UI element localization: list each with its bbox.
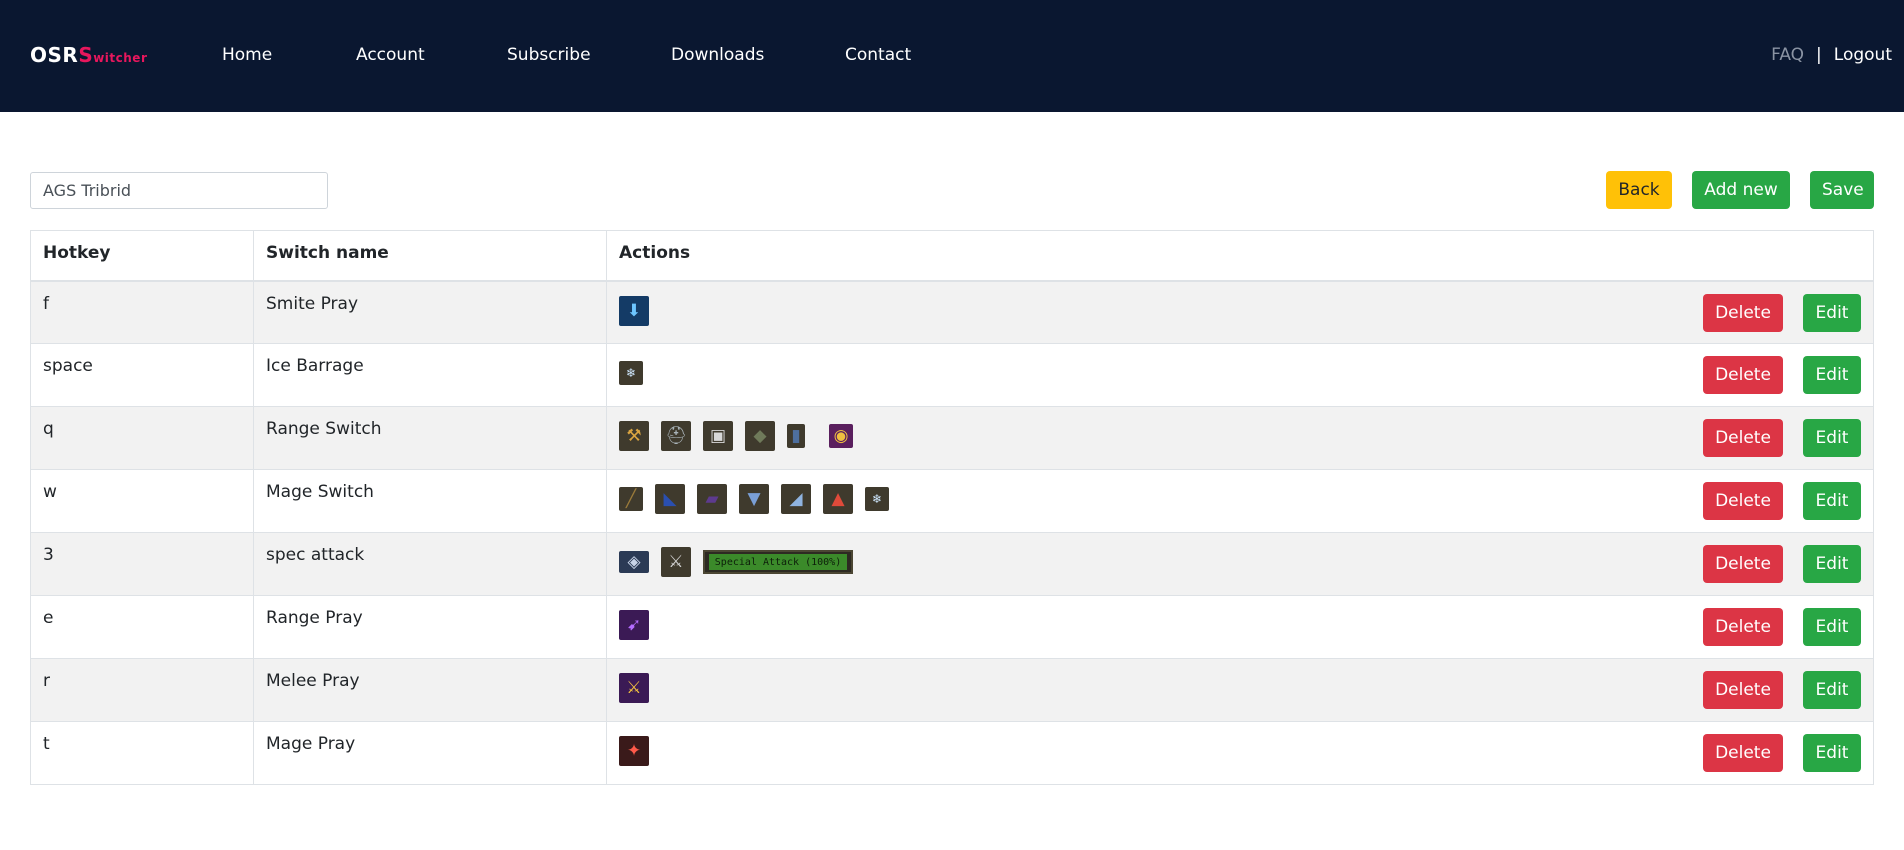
table-header-row: Hotkey Switch name Actions <box>30 230 1874 282</box>
hotkey-cell: t <box>30 721 254 785</box>
nav-right-group: FAQ | Logout <box>1771 45 1892 65</box>
nav-home-link[interactable]: Home <box>222 45 272 65</box>
edit-button[interactable]: Edit <box>1803 545 1861 583</box>
actions-cell: ❄ Delete Edit <box>606 343 1874 407</box>
melee-prayer-icon: ⚔ <box>619 673 649 703</box>
ava-device-icon: ◉ <box>829 424 853 448</box>
delete-button[interactable]: Delete <box>1703 419 1783 457</box>
header-hotkey: Hotkey <box>30 230 254 282</box>
top-navbar: OSRSwitcher Home Account Subscribe Downl… <box>0 0 1904 112</box>
nav-contact-link[interactable]: Contact <box>845 45 911 65</box>
mage-cape-icon: ◣ <box>655 484 685 514</box>
delete-button[interactable]: Delete <box>1703 671 1783 709</box>
switch-name-cell: Range Pray <box>253 595 607 659</box>
hotkey-cell: f <box>30 280 254 344</box>
legs-icon: ▮ <box>787 424 805 448</box>
hotkey-cell: 3 <box>30 532 254 596</box>
actions-cell: ⬇ Delete Edit <box>606 280 1874 344</box>
ring-icon: ◈ <box>619 551 649 573</box>
range-prayer-icon: ➹ <box>619 610 649 640</box>
table-row: e Range Pray ➹ Delete Edit <box>30 595 1874 659</box>
brand-text-s: S <box>78 43 94 67</box>
delete-button[interactable]: Delete <box>1703 482 1783 520</box>
shield-icon: ◆ <box>745 421 775 451</box>
ice-barrage-spell-icon: ❄ <box>865 487 889 511</box>
actions-cell: ➹ Delete Edit <box>606 595 1874 659</box>
actions-cell: ✦ Delete Edit <box>606 721 1874 785</box>
nav-account-link[interactable]: Account <box>356 45 425 65</box>
switch-name-cell: Mage Pray <box>253 721 607 785</box>
switch-name-cell: Melee Pray <box>253 658 607 722</box>
delete-button[interactable]: Delete <box>1703 356 1783 394</box>
ice-barrage-spell-icon: ❄ <box>619 361 643 385</box>
hotkey-cell: e <box>30 595 254 659</box>
edit-button[interactable]: Edit <box>1803 671 1861 709</box>
nav-faq-link[interactable]: FAQ <box>1771 45 1804 65</box>
edit-button[interactable]: Edit <box>1803 608 1861 646</box>
edit-button[interactable]: Edit <box>1803 419 1861 457</box>
switch-name-cell: Range Switch <box>253 406 607 470</box>
edit-button[interactable]: Edit <box>1803 293 1861 332</box>
header-actions: Actions <box>606 230 1874 282</box>
brand-logo[interactable]: OSRSwitcher <box>30 43 147 67</box>
staff-icon: ╱ <box>619 487 643 511</box>
edit-button[interactable]: Edit <box>1803 482 1861 520</box>
crossbow-icon: ⚒ <box>619 421 649 451</box>
delete-button[interactable]: Delete <box>1703 545 1783 583</box>
mage-prayer-icon: ✦ <box>619 736 649 766</box>
brand-text-witcher: witcher <box>93 51 148 65</box>
nav-downloads-link[interactable]: Downloads <box>671 45 764 65</box>
special-attack-bar[interactable]: Special Attack (100%) <box>703 550 853 574</box>
hotkey-cell: q <box>30 406 254 470</box>
brand-text-osr: OSR <box>30 43 79 67</box>
robe-top-icon: ▼ <box>739 484 769 514</box>
delete-button[interactable]: Delete <box>1703 734 1783 772</box>
table-row: q Range Switch ⚒ ⛑ ▣ ◆ ▮ ◉ Delete Edit <box>30 406 1874 470</box>
armadyl-godsword-icon: ⚔ <box>661 547 691 577</box>
table-row: t Mage Pray ✦ Delete Edit <box>30 721 1874 785</box>
body-armour-icon: ▣ <box>703 421 733 451</box>
nav-subscribe-link[interactable]: Subscribe <box>507 45 591 65</box>
table-row: r Melee Pray ⚔ Delete Edit <box>30 658 1874 722</box>
back-button[interactable]: Back <box>1606 171 1672 209</box>
save-button[interactable]: Save <box>1810 171 1874 209</box>
switch-name-cell: Ice Barrage <box>253 343 607 407</box>
hotkey-cell: space <box>30 343 254 407</box>
table-row: f Smite Pray ⬇ Delete Edit <box>30 280 1874 344</box>
nav-logout-link[interactable]: Logout <box>1834 45 1892 65</box>
robe-bottom-icon: ◢ <box>781 484 811 514</box>
hotkey-cell: r <box>30 658 254 722</box>
switch-name-cell: spec attack <box>253 532 607 596</box>
book-icon: ▰ <box>697 484 727 514</box>
switch-set-name-input[interactable] <box>30 172 328 209</box>
switches-table: Hotkey Switch name Actions f Smite Pray … <box>30 230 1874 785</box>
hotkey-cell: w <box>30 469 254 533</box>
special-attack-label: Special Attack (100%) <box>709 554 847 570</box>
actions-cell: ⚒ ⛑ ▣ ◆ ▮ ◉ Delete Edit <box>606 406 1874 470</box>
header-switch-name: Switch name <box>253 230 607 282</box>
edit-button[interactable]: Edit <box>1803 734 1861 772</box>
actions-cell: ⚔ Delete Edit <box>606 658 1874 722</box>
edit-button[interactable]: Edit <box>1803 356 1861 394</box>
helmet-icon: ⛑ <box>661 421 691 451</box>
table-row: space Ice Barrage ❄ Delete Edit <box>30 343 1874 407</box>
table-row: w Mage Switch ╱ ◣ ▰ ▼ ◢ ▲ ❄ Delete Edit <box>30 469 1874 533</box>
occult-necklace-icon: ▲ <box>823 484 853 514</box>
actions-cell: ◈ ⚔ Special Attack (100%) Delete Edit <box>606 532 1874 596</box>
delete-button[interactable]: Delete <box>1703 293 1783 332</box>
switch-name-cell: Smite Pray <box>253 280 607 344</box>
switch-name-cell: Mage Switch <box>253 469 607 533</box>
smite-prayer-icon: ⬇ <box>619 295 649 326</box>
table-row: 3 spec attack ◈ ⚔ Special Attack (100%) … <box>30 532 1874 596</box>
nav-separator: | <box>1816 45 1822 65</box>
delete-button[interactable]: Delete <box>1703 608 1783 646</box>
actions-cell: ╱ ◣ ▰ ▼ ◢ ▲ ❄ Delete Edit <box>606 469 1874 533</box>
add-new-button[interactable]: Add new <box>1692 171 1790 209</box>
